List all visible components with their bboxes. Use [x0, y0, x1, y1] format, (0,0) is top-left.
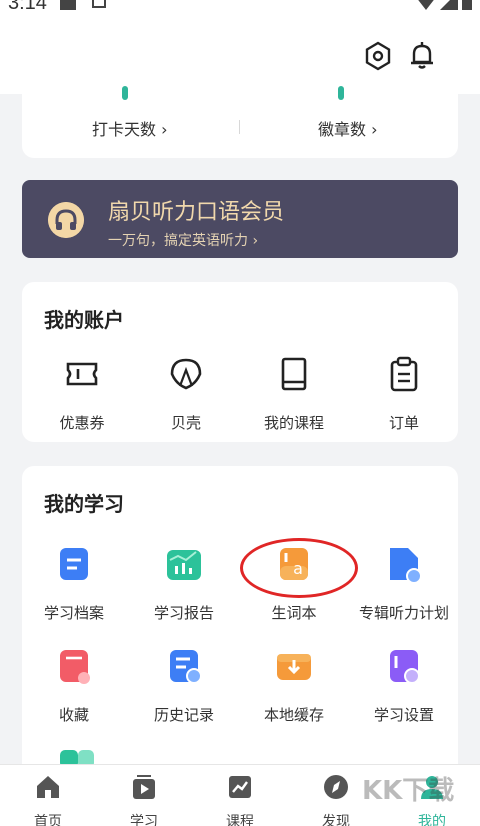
account-title: 我的账户	[44, 308, 124, 332]
study-settings-button[interactable]: 学习设置	[344, 646, 464, 725]
study-settings-label: 学习设置	[373, 706, 434, 724]
study-profile-button[interactable]: 学习档案	[14, 544, 134, 623]
tab-study-label: 学习	[130, 814, 158, 826]
study-report-button[interactable]: 学习报告	[124, 544, 244, 623]
badges-indicator	[338, 86, 344, 100]
compass-icon	[324, 775, 348, 799]
checkin-indicator	[122, 86, 128, 100]
vip-title: 扇贝听力口语会员	[108, 200, 285, 225]
signal-icon	[440, 0, 458, 10]
highlight-circle	[240, 538, 358, 598]
favorites-button[interactable]: 收藏	[14, 646, 134, 725]
coupon-icon	[66, 362, 98, 386]
my-courses-label: 我的课程	[263, 414, 324, 432]
album-plan-button[interactable]: 专辑听力计划	[344, 544, 464, 623]
trend-icon	[229, 776, 251, 798]
settings-hexagon-icon[interactable]	[362, 40, 394, 72]
shell-label: 贝壳	[170, 414, 201, 432]
status-bar: 3:14	[0, 0, 480, 22]
notification-icon	[60, 0, 76, 10]
bell-icon[interactable]	[406, 40, 438, 72]
study-card: 我的学习 学习档案 学习报告 a 生词本 专辑听力计划 收藏 历史记录 本地缓存…	[22, 466, 458, 786]
download-icon	[277, 654, 311, 680]
plan-icon	[390, 548, 422, 584]
checkin-days-label: 打卡天数	[92, 120, 157, 139]
account-card: 我的账户 优惠券 贝壳 我的课程 订单	[22, 282, 458, 442]
vip-banner[interactable]: 扇贝听力口语会员 一万句，搞定英语听力 ›	[22, 180, 458, 258]
stats-card: 打卡天数 › 徽章数 ›	[22, 86, 458, 158]
coupon-label: 优惠券	[59, 414, 105, 432]
orders-label: 订单	[388, 414, 419, 432]
app-notification-icon	[92, 0, 106, 8]
tab-discover-label: 发现	[322, 814, 350, 826]
favorite-icon	[60, 650, 90, 684]
chart-icon	[167, 550, 201, 580]
tab-home[interactable]: 首页	[0, 773, 96, 826]
my-courses-button[interactable]: 我的课程	[234, 354, 354, 433]
status-time: 3:14	[8, 0, 47, 14]
history-label: 历史记录	[153, 706, 214, 724]
favorites-label: 收藏	[58, 706, 89, 724]
watermark: KK下载	[362, 776, 455, 806]
play-icon	[133, 775, 155, 799]
study-title: 我的学习	[44, 492, 124, 516]
orders-button[interactable]: 订单	[344, 354, 464, 433]
battery-icon	[462, 0, 472, 10]
shell-button[interactable]: 贝壳	[126, 354, 246, 433]
coupon-button[interactable]: 优惠券	[22, 354, 142, 433]
tab-courses-label: 课程	[226, 814, 254, 826]
checkin-days-link[interactable]: 打卡天数 ›	[92, 116, 168, 140]
settings-icon	[390, 650, 420, 684]
chevron-right-icon: ›	[371, 120, 378, 139]
study-profile-label: 学习档案	[43, 604, 104, 622]
home-icon	[37, 776, 59, 798]
divider	[239, 120, 240, 134]
study-report-label: 学习报告	[153, 604, 214, 622]
history-icon	[170, 650, 202, 684]
file-icon	[60, 548, 88, 580]
badges-link[interactable]: 徽章数 ›	[318, 116, 378, 140]
clipboard-icon	[390, 356, 418, 392]
local-cache-label: 本地缓存	[263, 706, 324, 724]
tab-courses[interactable]: 课程	[192, 773, 288, 826]
vocab-book-label: 生词本	[271, 604, 317, 622]
badges-label: 徽章数	[318, 120, 367, 139]
tab-home-label: 首页	[34, 814, 62, 826]
wifi-icon	[412, 0, 440, 10]
local-cache-button[interactable]: 本地缓存	[234, 646, 354, 725]
chevron-right-icon: ›	[161, 120, 168, 139]
top-bar	[0, 22, 480, 94]
tab-mine-label: 我的	[418, 814, 446, 826]
album-plan-label: 专辑听力计划	[358, 604, 449, 622]
tab-study[interactable]: 学习	[96, 773, 192, 826]
vip-subtitle: 一万句，搞定英语听力 ›	[108, 233, 259, 249]
headphones-icon	[48, 202, 84, 238]
shell-icon	[170, 358, 202, 390]
book-icon	[281, 357, 307, 391]
history-button[interactable]: 历史记录	[124, 646, 244, 725]
